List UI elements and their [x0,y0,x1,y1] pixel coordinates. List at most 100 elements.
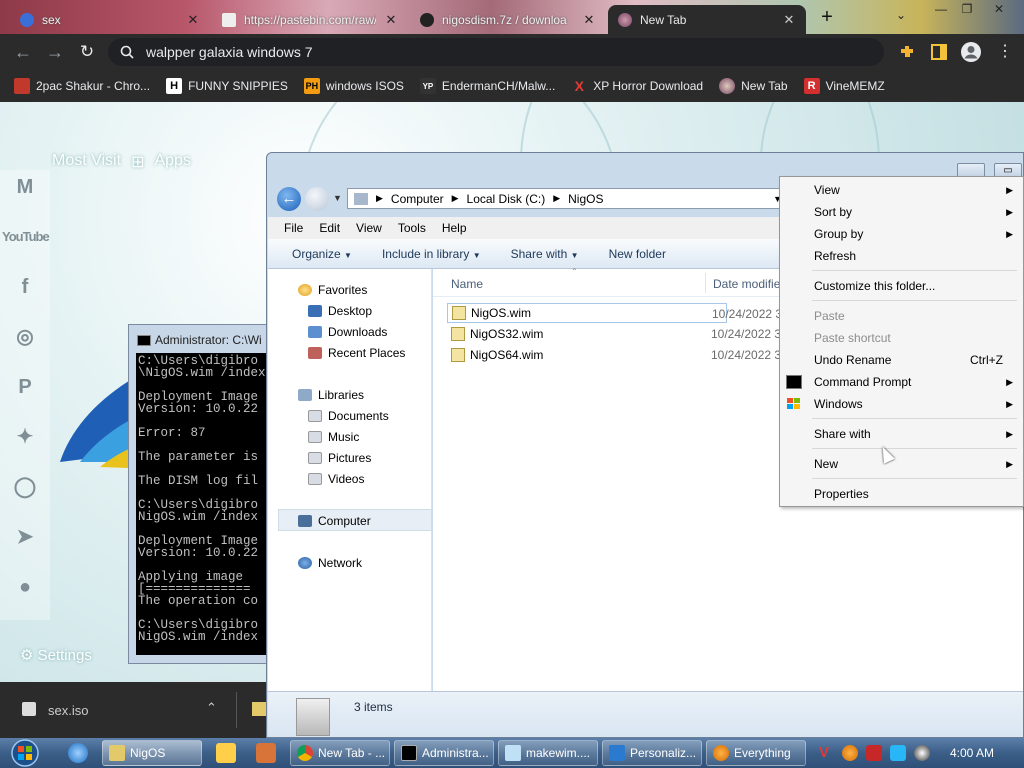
nav-desktop[interactable]: Desktop [308,304,372,318]
close-icon[interactable]: ✕ [782,12,796,28]
tray-search-icon[interactable] [842,745,858,761]
taskbar-button-everything[interactable]: Everything [706,740,806,766]
taskbar-button-personalize[interactable]: Personaliz... [602,740,702,766]
paint-icon[interactable] [256,743,276,763]
recent-pages-chevron-icon[interactable]: ▼ [333,193,342,203]
menu-item-undo-rename[interactable]: Undo Rename Ctrl+Z [780,349,1023,371]
close-window-icon[interactable]: ✕ [988,2,1010,16]
file-row[interactable]: NigOS64.wim 10/24/2022 3 [447,345,781,365]
tray-flag-icon[interactable] [866,745,882,761]
taskbar-button-notepad[interactable]: makewim.... [498,740,598,766]
chevron-up-icon[interactable]: ⌃ [206,700,217,716]
nav-music[interactable]: Music [308,430,359,444]
bookmark-new-tab[interactable]: New Tab [719,78,788,94]
menu-file[interactable]: File [284,221,303,235]
column-name[interactable]: Name [451,277,483,291]
twitter-icon[interactable]: ✦ [8,420,42,454]
share-with-button[interactable]: Share with ▼ [511,247,579,261]
cmd-console-output[interactable]: C:\Users\digibro \NigOS.wim /index Deploy… [136,353,269,655]
instagram-icon[interactable]: ◎ [8,320,42,354]
bookmark-endermanch[interactable]: YP EndermanCH/Malw... [419,78,555,94]
cmd-titlebar[interactable]: Administrator: C:\Wi [129,325,269,355]
menu-edit[interactable]: Edit [319,221,340,235]
menu-item-group-by[interactable]: Group by ▶ [780,223,1023,245]
media-player-icon[interactable] [216,743,236,763]
nav-documents[interactable]: Documents [308,409,389,423]
column-date-modified[interactable]: Date modifie [713,277,780,291]
clock[interactable]: 4:00 AM [950,746,994,760]
bookmark-funny-snippies[interactable]: H FUNNY SNIPPIES [166,78,288,94]
tab-sex[interactable]: sex ✕ [10,5,210,34]
address-bar[interactable]: ▶ Computer ▶ Local Disk (C:) ▶ NigOS ▼ [347,188,787,209]
minimize-icon[interactable]: — [930,2,952,16]
nav-favorites[interactable]: Favorites [298,283,367,297]
close-icon[interactable]: ✕ [186,12,200,28]
taskbar-button-nigos[interactable]: NigOS [102,740,202,766]
nav-pictures[interactable]: Pictures [308,451,371,465]
facebook-icon[interactable]: f [8,270,42,304]
menu-item-share-with[interactable]: Share with ▶ [780,423,1023,445]
breadcrumb-computer[interactable]: Computer [391,192,444,206]
reddit-icon[interactable]: ● [8,570,42,604]
bookmark-2pac[interactable]: 2pac Shakur - Chro... [14,78,150,94]
tab-new-tab[interactable]: New Tab ✕ [608,5,806,34]
youtube-icon[interactable]: YouTube [2,220,50,254]
new-folder-button[interactable]: New folder [609,247,666,261]
most-visited-link[interactable]: Most Visit [52,152,121,172]
address-input[interactable] [146,44,846,60]
tray-volume-icon[interactable] [914,745,930,761]
menu-tools[interactable]: Tools [398,221,426,235]
file-row[interactable]: NigOS.wim 10/24/2022 3 [447,303,782,323]
file-row[interactable]: NigOS32.wim 10/24/2022 3 [447,324,781,344]
apps-link[interactable]: Apps [154,152,190,172]
menu-item-new[interactable]: New ▶ [780,453,1023,475]
breadcrumb-local-disk[interactable]: Local Disk (C:) [467,192,546,206]
breadcrumb-nigos[interactable]: NigOS [568,192,603,206]
reload-button[interactable]: ↻ [76,41,98,63]
close-icon[interactable]: ✕ [582,12,596,28]
start-button[interactable] [6,738,44,768]
extensions-icon[interactable] [898,43,916,61]
gmail-icon[interactable]: M [8,170,42,204]
tab-pastebin[interactable]: https://pastebin.com/raw/... ✕ [212,5,408,34]
tray-display-icon[interactable] [890,745,906,761]
nav-network[interactable]: Network [298,556,362,570]
cmd-window[interactable]: Administrator: C:\Wi C:\Users\digibro \Ni… [128,324,270,664]
sidepanel-icon[interactable] [930,43,948,61]
forward-button[interactable]: → [44,41,66,63]
taskbar-button-cmd[interactable]: Administra... [394,740,494,766]
kebab-menu-icon[interactable]: ⋮ [994,41,1016,63]
menu-item-customize-folder[interactable]: Customize this folder... [780,275,1023,297]
include-in-library-button[interactable]: Include in library ▼ [382,247,481,261]
menu-item-windows[interactable]: Windows ▶ [780,393,1023,415]
bookmark-vinememz[interactable]: R VineMEMZ [803,78,885,94]
pinterest-icon[interactable]: P [8,370,42,404]
taskbar-button-chrome[interactable]: New Tab - ... [290,740,390,766]
back-button[interactable]: ← [12,41,34,63]
close-icon[interactable]: ✕ [384,12,398,28]
menu-item-refresh[interactable]: Refresh [780,245,1023,267]
tray-v-icon[interactable]: V [816,745,832,761]
menu-item-command-prompt[interactable]: Command Prompt ▶ [780,371,1023,393]
omnibox[interactable] [108,38,884,66]
nav-videos[interactable]: Videos [308,472,364,486]
forward-arrow-icon[interactable] [305,187,329,211]
nav-recent-places[interactable]: Recent Places [308,346,405,360]
ntp-settings-link[interactable]: ⚙ Settings [20,646,92,664]
organize-button[interactable]: Organize ▼ [292,247,352,261]
menu-item-sort-by[interactable]: Sort by ▶ [780,201,1023,223]
chevron-down-icon[interactable]: ⌄ [896,8,906,22]
download-filename[interactable]: sex.iso [48,703,88,718]
back-arrow-icon[interactable]: ← [277,187,301,211]
bookmark-xp-horror[interactable]: X XP Horror Download [571,78,704,94]
menu-item-view[interactable]: View ▶ [780,179,1023,201]
telegram-icon[interactable]: ➤ [8,520,42,554]
menu-view[interactable]: View [356,221,382,235]
new-tab-button[interactable]: + [814,7,840,29]
nav-libraries[interactable]: Libraries [298,388,364,402]
profile-avatar-icon[interactable] [960,41,982,63]
nav-downloads[interactable]: Downloads [308,325,387,339]
internet-explorer-icon[interactable] [68,743,88,763]
whatsapp-icon[interactable]: ◯ [8,470,42,504]
tab-download[interactable]: nigosdism.7z / downloa ✕ [410,5,606,34]
